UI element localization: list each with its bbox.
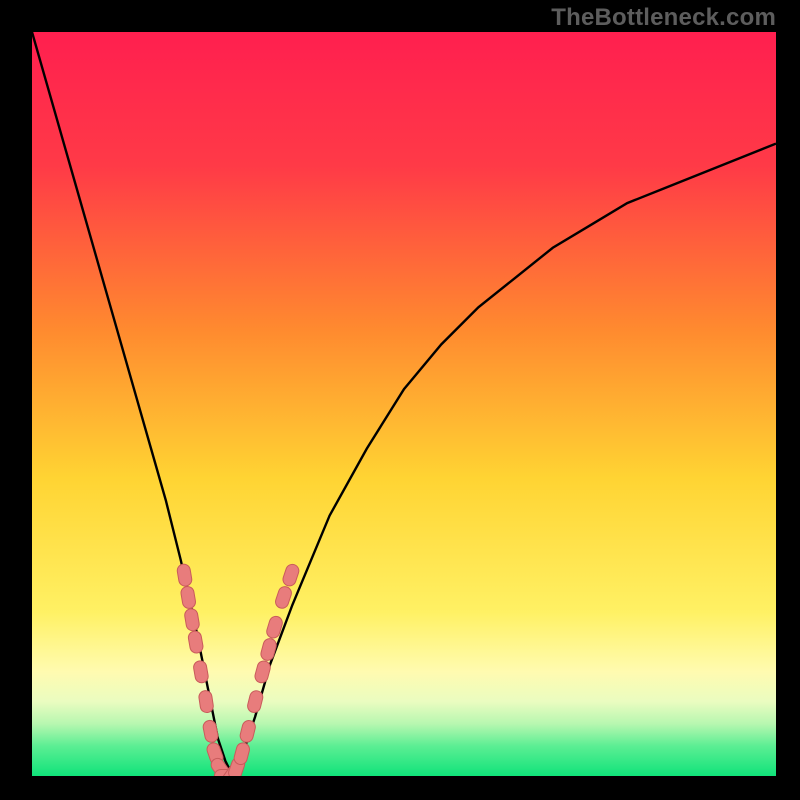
curve-marker	[198, 690, 214, 714]
curve-marker	[176, 563, 192, 587]
curve-marker	[281, 563, 300, 588]
curve-markers	[176, 563, 300, 776]
curve-marker	[187, 630, 204, 654]
curve-marker	[202, 719, 219, 743]
chart-plot-area	[32, 32, 776, 776]
curve-marker	[239, 719, 257, 743]
curve-marker	[274, 585, 293, 610]
curve-marker	[193, 660, 210, 684]
curve-marker	[180, 586, 196, 610]
curve-marker	[254, 660, 272, 685]
chart-frame: TheBottleneck.com	[0, 0, 800, 800]
bottleneck-curve	[32, 32, 776, 776]
curve-marker	[259, 637, 277, 662]
curve-marker	[246, 689, 264, 713]
watermark-text: TheBottleneck.com	[551, 4, 776, 32]
curve-marker	[233, 741, 251, 766]
curve-marker	[184, 608, 200, 632]
